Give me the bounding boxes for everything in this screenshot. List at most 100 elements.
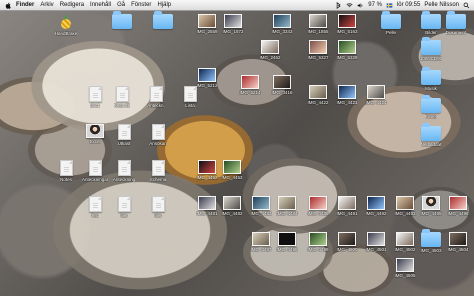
photo-img-4483[interactable]: IMG_4483 — [250, 196, 272, 216]
document-13[interactable]: filer — [147, 196, 169, 218]
folder-3[interactable]: Pelle — [380, 11, 402, 35]
photo-thumbnail — [309, 85, 327, 99]
photo-img-4497[interactable]: IMG_4497 — [250, 232, 272, 252]
photo-img-4504[interactable]: IMG_4504 — [447, 232, 469, 252]
photo-img-4452[interactable]: IMG_4452 — [196, 160, 218, 180]
photo-img-2559[interactable]: IMG_2559 — [196, 14, 218, 34]
photo-img-5214[interactable]: IMG_5214 — [239, 75, 261, 95]
photo-thumbnail — [252, 196, 270, 210]
photo-img-5327[interactable]: IMG_5327 — [307, 40, 329, 60]
photo-img-4491[interactable]: IMG_4491 — [336, 196, 358, 216]
label-folder-10: IMG_4503 — [420, 248, 442, 253]
label-img-5329: IMG_5329 — [336, 55, 358, 60]
label-img-4485: IMG_4485 — [307, 211, 329, 216]
folder-icon — [381, 11, 401, 29]
photo-img-4500[interactable]: IMG_4500 — [336, 232, 358, 252]
photo-thumbnail — [241, 75, 259, 89]
photo-img-4482[interactable]: IMG_4482 — [221, 196, 243, 216]
photo-img-1855[interactable]: IMG_1855 — [307, 14, 329, 34]
photo-img-4493[interactable]: IMG_4493 — [394, 196, 416, 216]
document-icon — [151, 196, 165, 212]
photo-img-1872[interactable]: IMG_1872 — [222, 14, 244, 34]
document-5[interactable]: Utkast — [113, 124, 135, 146]
photo-img-5329[interactable]: IMG_5329 — [336, 40, 358, 60]
document-icon — [59, 160, 73, 176]
document-11[interactable]: Text — [84, 196, 106, 218]
photo-img-4424[interactable]: IMG_4424 — [365, 85, 387, 105]
document-1[interactable]: doc1 — [84, 86, 106, 108]
document-7[interactable]: Notes — [55, 160, 77, 182]
document-4[interactable]: Lista — [179, 86, 201, 108]
photo-img-3343[interactable]: IMG_3343 — [271, 14, 293, 34]
photo-thumbnail — [367, 232, 385, 246]
folder-9[interactable]: Nedladdat — [420, 123, 442, 147]
document-2[interactable]: Resa 28 — [111, 86, 133, 108]
folder-icon — [421, 11, 441, 29]
photo-thumbnail — [396, 196, 414, 210]
photo-thumbnail — [223, 160, 241, 174]
photo-img-4499[interactable]: IMG_4499 — [307, 232, 329, 252]
document-8[interactable]: Anteckningar — [82, 160, 108, 182]
label-document-12: filer — [120, 213, 128, 218]
folder-10[interactable]: IMG_4503 — [420, 229, 442, 253]
photo-img-4495[interactable]: IMG_4495 — [420, 196, 442, 216]
label-img-4491: IMG_4491 — [336, 211, 358, 216]
label-img-4493: IMG_4493 — [394, 211, 416, 216]
photo-thumbnail — [261, 40, 279, 54]
photo-thumbnail — [309, 232, 327, 246]
avatar — [86, 124, 104, 138]
label-img-5163: IMG_5163 — [336, 29, 358, 34]
photo-thumbnail — [309, 196, 327, 210]
folder-6[interactable]: 100NCD90 — [420, 37, 442, 61]
folder-5[interactable]: Dokument — [445, 11, 467, 35]
label-document-5: Utkast — [117, 141, 131, 146]
label-img-5214: IMG_5214 — [239, 90, 261, 95]
document-6[interactable]: Ansökan — [147, 124, 169, 146]
photo-img-4492[interactable]: IMG_4492 — [365, 196, 387, 216]
label-img-4483: IMG_4483 — [250, 211, 272, 216]
label-img-4504: IMG_4504 — [447, 247, 469, 252]
handbrake-icon[interactable]: HandBrake — [55, 14, 77, 36]
label-img-4424: IMG_4424 — [365, 100, 387, 105]
folder-4[interactable]: Bilder — [420, 11, 442, 35]
document-9[interactable]: Anteckning — [113, 160, 135, 182]
photo-img-5163[interactable]: IMG_5163 — [336, 14, 358, 34]
label-img-4502: IMG_4502 — [394, 247, 416, 252]
photo-img-4422[interactable]: IMG_4422 — [307, 85, 329, 105]
photo-thumbnail — [338, 14, 356, 28]
avatar-file[interactable]: Excel — [84, 124, 106, 144]
folder-8[interactable]: Filmer — [420, 95, 442, 119]
photo-thumbnail — [449, 232, 467, 246]
photo-thumbnail — [309, 40, 327, 54]
photo-thumbnail — [367, 85, 385, 99]
document-10[interactable]: Schema — [147, 160, 169, 182]
photo-img-4481[interactable]: IMG_4481 — [196, 196, 218, 216]
document-icon — [151, 160, 165, 176]
photo-img-4498[interactable]: IMG_4498 — [276, 232, 298, 252]
folder-7[interactable]: Musik — [420, 67, 442, 91]
document-icon — [149, 86, 163, 102]
folder-2[interactable] — [152, 11, 174, 30]
photo-img-4505[interactable]: IMG_4505 — [394, 258, 416, 278]
label-img-4505: IMG_4505 — [394, 273, 416, 278]
folder-1[interactable] — [111, 11, 133, 30]
photo-img-3416[interactable]: IMG_3416 — [271, 75, 293, 95]
photo-img-4501[interactable]: IMG_4501 — [365, 232, 387, 252]
photo-img-4496[interactable]: IMG_4496 — [447, 196, 469, 216]
label-img-4484: IMG_4484 — [276, 211, 298, 216]
label-img-4498: IMG_4498 — [276, 247, 298, 252]
photo-img-4423[interactable]: IMG_4423 — [336, 85, 358, 105]
photo-img-2462[interactable]: IMG_2462 — [259, 40, 281, 60]
photo-img-4453[interactable]: IMG_4453 — [221, 160, 243, 180]
photo-thumbnail — [309, 14, 327, 28]
document-12[interactable]: filer — [113, 196, 135, 218]
label-folder-3: Pelle — [385, 30, 396, 35]
photo-img-4485[interactable]: IMG_4485 — [307, 196, 329, 216]
photo-img-5212[interactable]: IMG_5212 — [196, 68, 218, 88]
label-img-4492: IMG_4492 — [365, 211, 387, 216]
photo-thumbnail — [396, 232, 414, 246]
label-img-4423: IMG_4423 — [336, 100, 358, 105]
photo-img-4502[interactable]: IMG_4502 — [394, 232, 416, 252]
document-3[interactable]: Anteckn. — [145, 86, 167, 108]
photo-img-4484[interactable]: IMG_4484 — [276, 196, 298, 216]
